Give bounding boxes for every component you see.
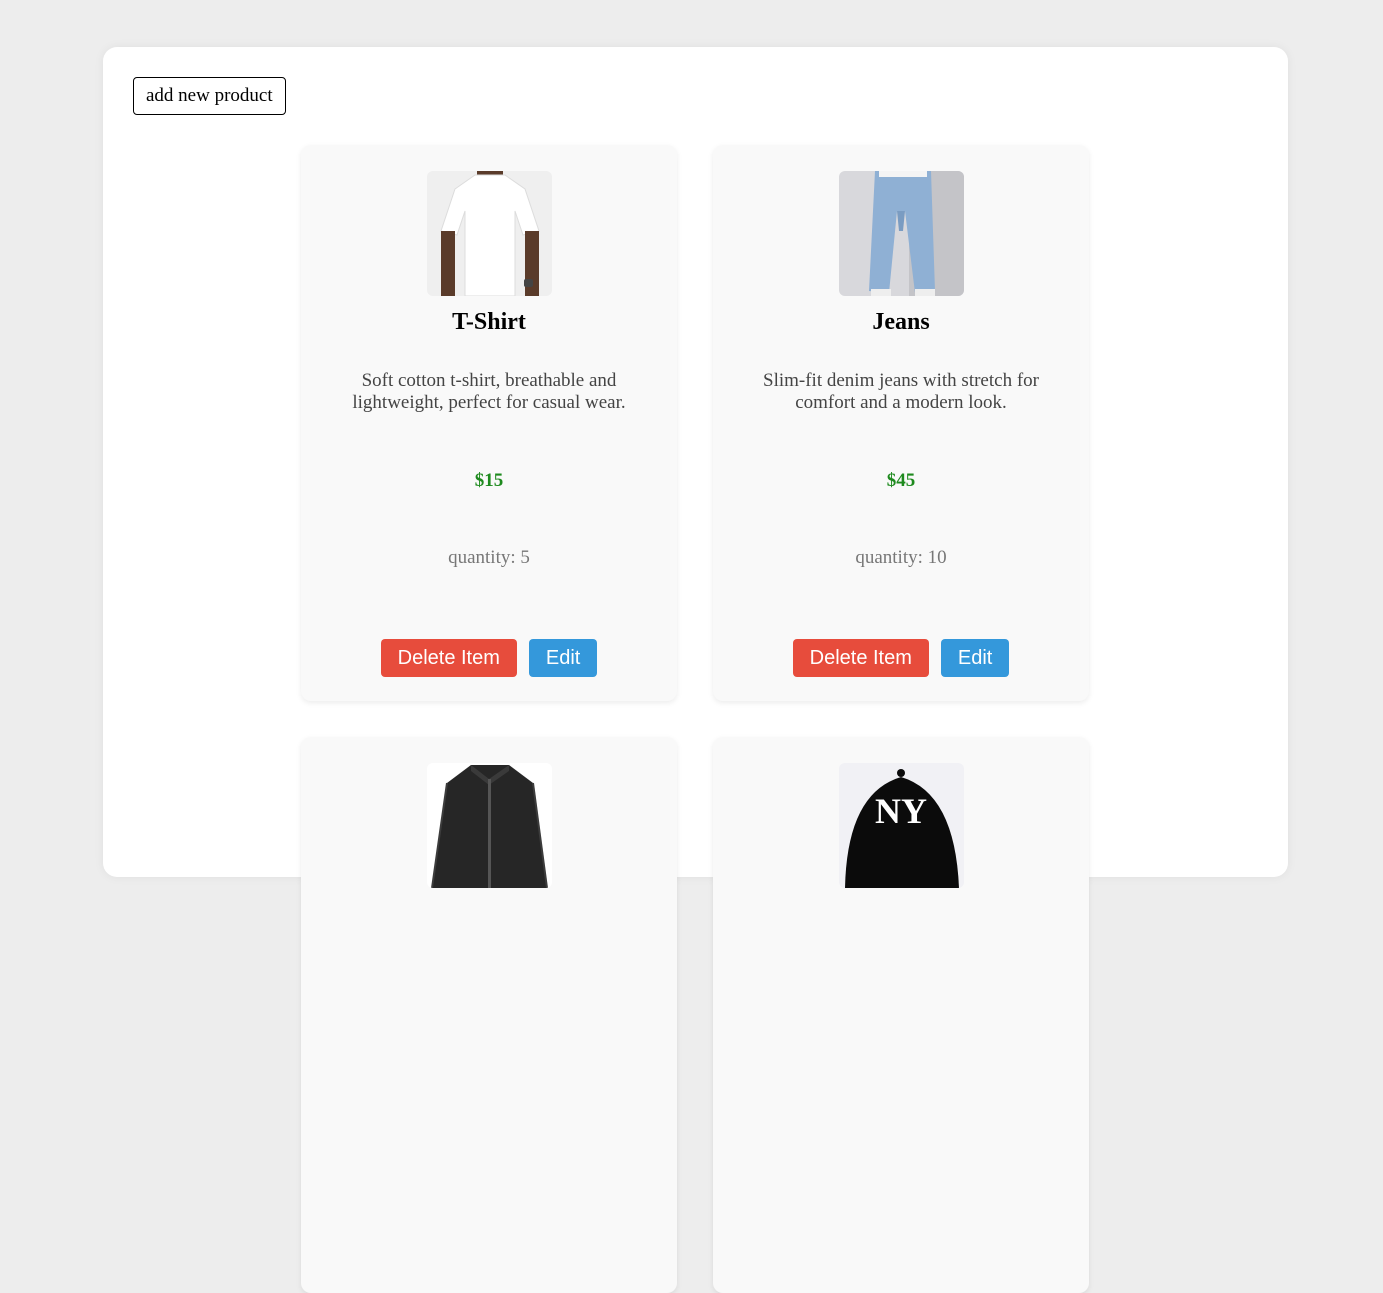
- quantity-label: quantity:: [448, 547, 516, 568]
- product-name: T-Shirt: [452, 309, 526, 335]
- quantity-value: 10: [927, 547, 947, 568]
- quantity-label: quantity:: [855, 547, 923, 568]
- products-panel: add new product T-Shirt Soft cotton t-sh…: [103, 47, 1288, 1293]
- product-card: T-Shirt Soft cotton t-shirt, breathable …: [301, 145, 677, 701]
- edit-button[interactable]: Edit: [940, 639, 1010, 677]
- delete-item-button[interactable]: Delete Item: [380, 639, 517, 677]
- product-price: $15: [474, 470, 504, 491]
- product-quantity: quantity: 10: [713, 547, 1089, 569]
- quantity-value: 5: [520, 547, 530, 568]
- card-actions: Delete Item Edit: [301, 639, 677, 677]
- edit-button[interactable]: Edit: [528, 639, 598, 677]
- product-card: [301, 737, 677, 1293]
- product-price: $45: [886, 470, 916, 491]
- product-description: Slim-fit denim jeans with stretch for co…: [763, 370, 1039, 413]
- product-card: Jeans Slim-fit denim jeans with stretch …: [713, 145, 1089, 701]
- product-image-jacket: [427, 763, 552, 888]
- svg-text:NY: NY: [875, 791, 927, 831]
- card-actions: Delete Item Edit: [713, 639, 1089, 677]
- product-quantity: quantity: 5: [301, 547, 677, 569]
- product-image-tshirt: [427, 171, 552, 296]
- add-product-button[interactable]: add new product: [133, 77, 286, 115]
- product-description: Soft cotton t-shirt, breathable and ligh…: [352, 370, 626, 413]
- delete-item-button[interactable]: Delete Item: [792, 639, 929, 677]
- product-image-jeans: [839, 171, 964, 296]
- product-name: Jeans: [872, 309, 930, 335]
- product-image-cap: NY: [839, 763, 964, 888]
- product-card: NY: [713, 737, 1089, 1293]
